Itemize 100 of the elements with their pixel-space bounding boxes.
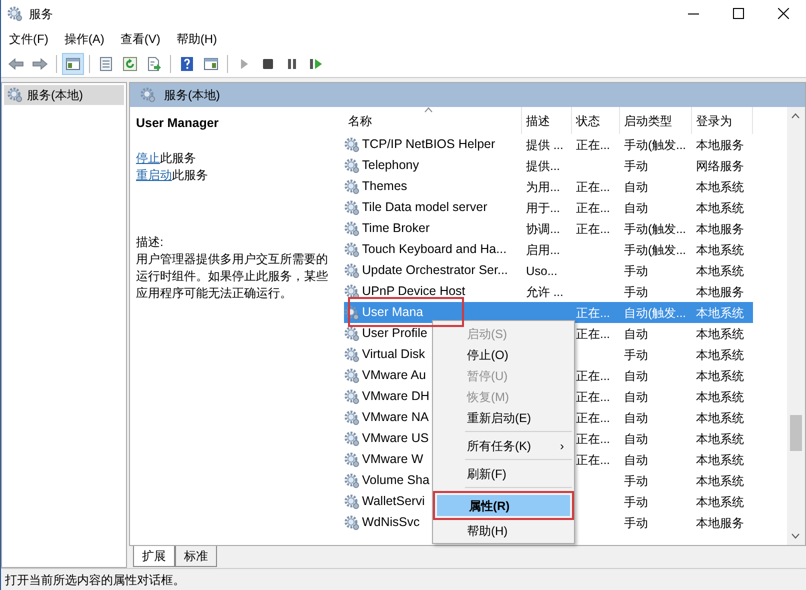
column-header[interactable]: 描述 (522, 107, 572, 134)
table-cell: 本地服务 (696, 138, 744, 152)
menu-item[interactable]: 所有任务(K) › (435, 435, 572, 456)
gear-icon (344, 430, 360, 446)
column-header[interactable]: 名称 (344, 107, 522, 134)
gear-icon (344, 242, 360, 258)
table-cell: 正在... (576, 180, 610, 194)
table-cell: 本地系统 (696, 494, 744, 508)
table-cell: 手动 (624, 494, 648, 508)
action-link[interactable]: 停止 (136, 151, 160, 165)
tree-item[interactable]: 服务(本地) (4, 85, 124, 105)
service-name[interactable]: Virtual Disk (362, 345, 425, 364)
service-name[interactable]: Update Orchestrator Ser... (362, 261, 508, 280)
menu-item[interactable]: 属性(R) (437, 495, 570, 516)
gear-icon (344, 178, 360, 194)
table-cell: 本地系统 (696, 432, 744, 446)
column-header[interactable]: 启动类型 (620, 107, 692, 134)
menu-item[interactable]: 停止(O) (435, 344, 572, 365)
service-name[interactable]: WalletServi (362, 492, 425, 511)
menu-item[interactable]: 文件(F) (1, 28, 56, 50)
restart-icon (308, 56, 324, 72)
table-cell: 本地系统 (696, 410, 744, 424)
table-cell: 手动 (624, 284, 648, 298)
gear-icon (344, 284, 360, 300)
table-cell: 协调... (526, 222, 560, 236)
table-cell: 本地系统 (696, 368, 744, 382)
table-cell: 本地服务 (696, 516, 744, 530)
service-name[interactable]: VMware US (362, 429, 429, 448)
menu-item[interactable]: 查看(V) (112, 28, 168, 50)
menu-item[interactable]: 帮助(H) (168, 28, 225, 50)
table-cell: 网络服务 (696, 158, 744, 172)
tree-view-icon (65, 56, 81, 72)
menu-item[interactable]: 刷新(F) (435, 463, 572, 484)
table-cell: 手动 (624, 516, 648, 530)
tab[interactable]: 标准 (175, 546, 217, 567)
scroll-up-icon[interactable] (791, 113, 800, 119)
table-cell: Uso... (526, 264, 558, 278)
service-name[interactable]: VMware W (362, 450, 424, 469)
gear-icon (344, 494, 360, 510)
service-name[interactable]: Time Broker (362, 219, 430, 238)
table-cell: 正在... (576, 390, 610, 404)
service-name[interactable]: Themes (362, 177, 408, 196)
table-cell: 本地系统 (696, 474, 744, 488)
gear-icon (344, 326, 360, 342)
back-arrow-icon (8, 56, 24, 72)
scroll-thumb[interactable] (790, 415, 802, 451)
action-text: 停止此服务 (136, 150, 197, 167)
service-name[interactable]: VMware Au (362, 366, 426, 385)
forward-arrow-icon (32, 56, 48, 72)
table-cell: 手动(触发... (624, 138, 686, 152)
service-name[interactable]: Touch Keyboard and Ha... (362, 240, 507, 259)
table-cell: 提供... (526, 158, 560, 172)
service-name[interactable]: VMware DH (362, 387, 430, 406)
tree-view-button[interactable] (62, 53, 84, 75)
table-cell: 为用... (526, 180, 560, 194)
action-text: 重启动此服务 (136, 167, 209, 184)
gear-icon (344, 410, 360, 426)
column-header[interactable]: 状态 (572, 107, 620, 134)
table-cell: 自动 (624, 452, 648, 466)
table-cell: 正在... (576, 306, 610, 320)
table-cell: 用于... (526, 200, 560, 214)
window-title: 服务 (29, 6, 53, 22)
table-cell: 本地系统 (696, 348, 744, 362)
action-link[interactable]: 重启动 (136, 168, 172, 182)
tab[interactable]: 扩展 (133, 546, 175, 567)
menu-item[interactable]: 帮助(H) (435, 520, 572, 541)
service-name[interactable]: VMware NA (362, 408, 429, 427)
table-cell: 提供 ... (526, 138, 564, 152)
submenu-arrow-icon: › (560, 436, 564, 454)
table-cell: 手动(触发... (624, 242, 686, 256)
gear-icon (344, 368, 360, 384)
service-name[interactable]: Volume Sha (362, 471, 430, 490)
gear-icon (344, 346, 360, 362)
gear-icon (140, 87, 156, 103)
gear-icon (344, 158, 360, 174)
service-name[interactable]: UPnP Device Host (362, 282, 466, 301)
gear-icon (344, 514, 360, 530)
service-name[interactable]: WdNisSvc (362, 513, 420, 532)
list-icon (98, 56, 114, 72)
service-name[interactable]: Telephony (362, 156, 419, 175)
service-name[interactable]: User Profile (362, 324, 428, 343)
table-cell: 正在... (576, 368, 610, 382)
menu-item[interactable]: 重新启动(E) (435, 407, 572, 428)
column-header[interactable]: 登录为 (692, 107, 753, 134)
menu-item[interactable]: 操作(A) (56, 28, 112, 50)
pane-title: 服务(本地) (164, 87, 220, 104)
maximize-icon[interactable] (733, 8, 744, 19)
table-cell: 本地系统 (696, 306, 744, 320)
table-cell: 自动 (624, 368, 648, 382)
service-name[interactable]: Tile Data model server (362, 198, 488, 217)
gear-icon (344, 200, 360, 216)
service-name[interactable]: TCP/IP NetBIOS Helper (362, 135, 496, 154)
table-cell: 本地系统 (696, 242, 744, 256)
service-title: User Manager (136, 115, 220, 132)
scroll-down-icon[interactable] (791, 533, 800, 539)
close-icon[interactable] (778, 8, 789, 19)
table-cell: 本地系统 (696, 452, 744, 466)
table-cell: 自动 (624, 432, 648, 446)
table-cell: 自动 (624, 180, 648, 194)
table-cell: 正在... (576, 410, 610, 424)
